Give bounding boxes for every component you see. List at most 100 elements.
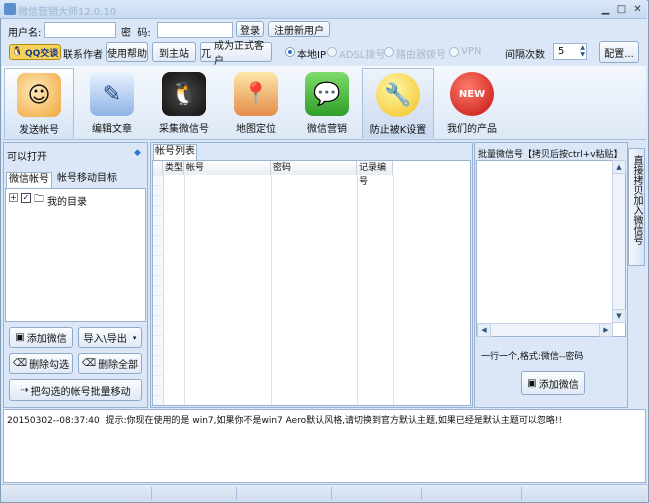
account-input[interactable] (44, 22, 116, 38)
radio-router-label: 路由器拨号 (396, 50, 446, 61)
account-label: 用户名: (8, 28, 42, 39)
tab-move-target[interactable]: 帐号移动目标 (54, 172, 120, 188)
nav-send-account[interactable]: ☺ 发送帐号 (4, 68, 74, 138)
tab-account-list[interactable]: 帐号列表 (153, 144, 197, 160)
col-account[interactable]: 帐号 (184, 161, 271, 175)
eraser-icon: ⌫ (12, 358, 28, 369)
spinner-arrows-icon[interactable]: ▲ ▼ (580, 44, 585, 58)
dropdown-arrow-icon: ▾ (132, 333, 137, 342)
add-wechat-button-right[interactable]: ▣ 添加微信 (521, 371, 585, 395)
nav-wechat-marketing[interactable]: 💬 微信营销 (291, 68, 363, 138)
add-wechat-button-left[interactable]: ▣ 添加微信 (9, 327, 73, 348)
radio-local-ip[interactable] (285, 47, 295, 57)
add-icon: ▣ (527, 377, 537, 389)
import-export-button[interactable]: 导入\导出 ▾ (78, 327, 142, 348)
qq-icon: 🐧 (11, 47, 23, 57)
wechat-icon: 💬 (305, 72, 349, 116)
delete-checked-button[interactable]: ⌫ 删除勾选 (9, 353, 73, 374)
textarea-vscroll[interactable]: ▲ ▼ (612, 160, 626, 323)
tree-root-label[interactable]: 我的目录 (47, 193, 87, 208)
become-customer-prefix: 兀 (201, 48, 211, 60)
radio-local-ip-label: 本地IP (297, 50, 326, 61)
close-icon[interactable]: ✕ (630, 2, 645, 16)
status-divider (236, 487, 237, 500)
batch-move-label: 把勾选的帐号批量移动 (30, 386, 131, 398)
col-password[interactable]: 密码 (271, 161, 357, 175)
nav-label: 微信营销 (307, 124, 347, 135)
password-input[interactable] (157, 22, 233, 38)
nav-label: 编辑文章 (92, 124, 132, 135)
radio-adsl[interactable] (327, 47, 337, 57)
config-button[interactable]: 配置... (599, 41, 639, 63)
qq-chat-button[interactable]: 🐧 QQ交谈 (9, 44, 61, 60)
radio-adsl-label: ADSL拨号 (339, 50, 386, 61)
status-divider (421, 487, 422, 500)
grid-corner (153, 161, 163, 175)
maximize-icon[interactable]: □ (614, 2, 629, 16)
import-export-label: 导入\导出 (83, 334, 127, 345)
login-button[interactable]: 登录 (236, 21, 264, 37)
scroll-left-icon[interactable]: ◀ (477, 323, 491, 337)
nav-our-products[interactable]: NEW 我们的产品 (436, 68, 508, 138)
col-record-no[interactable]: 记录编号 (357, 161, 393, 187)
grid-line (184, 175, 185, 405)
side-tab-label: 直接拷贝加入微信号 (631, 155, 642, 245)
textarea-hscroll[interactable]: ◀ ▶ (477, 323, 613, 337)
nav-label: 我们的产品 (447, 124, 497, 135)
scroll-right-icon[interactable]: ▶ (599, 323, 613, 337)
nav-map-location[interactable]: 📍 地图定位 (220, 68, 292, 138)
minimize-icon[interactable]: ▁ (598, 2, 613, 16)
register-button[interactable]: 注册新用户 (268, 21, 330, 37)
grid-line (357, 175, 358, 405)
tree-checkbox[interactable]: ✓ (21, 193, 31, 203)
window-title: 微信营销大师12.0.10 (18, 7, 117, 18)
user-send-icon: ☺ (17, 73, 61, 117)
nav-edit-article[interactable]: ✎ 编辑文章 (76, 68, 148, 138)
pin-icon[interactable]: ◆ (134, 148, 141, 158)
log-area[interactable]: 20150302--08:37:40 提示:你现在使用的是 win7,如果你不是… (3, 409, 646, 483)
map-pin-icon: 📍 (234, 72, 278, 116)
penguin-collect-icon: 🐧 (162, 72, 206, 116)
delete-all-button[interactable]: ⌫ 删除全部 (78, 353, 142, 374)
add-wechat-label: 添加微信 (538, 379, 579, 391)
radio-vpn[interactable] (449, 47, 459, 57)
grid-line (393, 175, 394, 405)
side-tab-copy-add[interactable]: 直接拷贝加入微信号 (628, 148, 645, 266)
status-divider (331, 487, 332, 500)
move-icon: ⇢ (20, 384, 29, 396)
status-divider (521, 487, 522, 500)
radio-vpn-label: VPN (461, 46, 482, 57)
add-wechat-label: 添加微信 (26, 334, 67, 345)
scroll-up-icon[interactable]: ▲ (612, 160, 626, 174)
qq-chat-label: QQ交谈 (24, 48, 59, 59)
col-type[interactable]: 类型 (163, 161, 184, 175)
scroll-down-icon[interactable]: ▼ (612, 309, 626, 323)
batch-wechat-header: 批量微信号【拷贝后按ctrl+v粘贴】 (478, 150, 623, 160)
wrench-icon: 🔧 (376, 73, 420, 117)
interval-spinner[interactable]: 5 ▲ ▼ (553, 43, 587, 60)
grid-line (163, 175, 164, 405)
interval-value: 5 (558, 46, 565, 57)
log-entry: 20150302--08:37:40 提示:你现在使用的是 win7,如果你不是… (7, 416, 563, 426)
to-main-site-button[interactable]: 到主站 (152, 42, 196, 62)
become-customer-button[interactable]: 兀成为正式客户 (200, 41, 272, 67)
tab-wechat-accounts[interactable]: 微信帐号 (6, 172, 52, 188)
contact-author-link[interactable]: 联系作者 (63, 46, 103, 61)
batch-wechat-textarea[interactable]: ▲ ▼ ◀ ▶ (476, 160, 626, 337)
nav-anti-ban-settings[interactable]: 🔧 防止被K设置 (362, 68, 434, 138)
nav-label: 发送帐号 (19, 125, 59, 136)
nav-collect-wechat[interactable]: 🐧 采集微信号 (148, 68, 220, 138)
help-button[interactable]: 使用帮助 (106, 42, 148, 62)
eraser-icon: ⌫ (81, 358, 97, 369)
account-grid: 类型 帐号 密码 记录编号 (152, 160, 471, 406)
edit-article-icon: ✎ (90, 72, 134, 116)
delete-checked-label: 删除勾选 (29, 360, 70, 371)
nav-label: 采集微信号 (159, 124, 209, 135)
batch-move-button[interactable]: ⇢ 把勾选的帐号批量移动 (9, 379, 142, 401)
format-hint: 一行一个,格式:微信--密码 (481, 352, 584, 362)
tree-expand-icon[interactable]: + (9, 193, 18, 202)
add-icon: ▣ (15, 332, 25, 343)
new-badge-icon: NEW (450, 72, 494, 116)
delete-all-label: 删除全部 (98, 360, 139, 371)
radio-router[interactable] (384, 47, 394, 57)
